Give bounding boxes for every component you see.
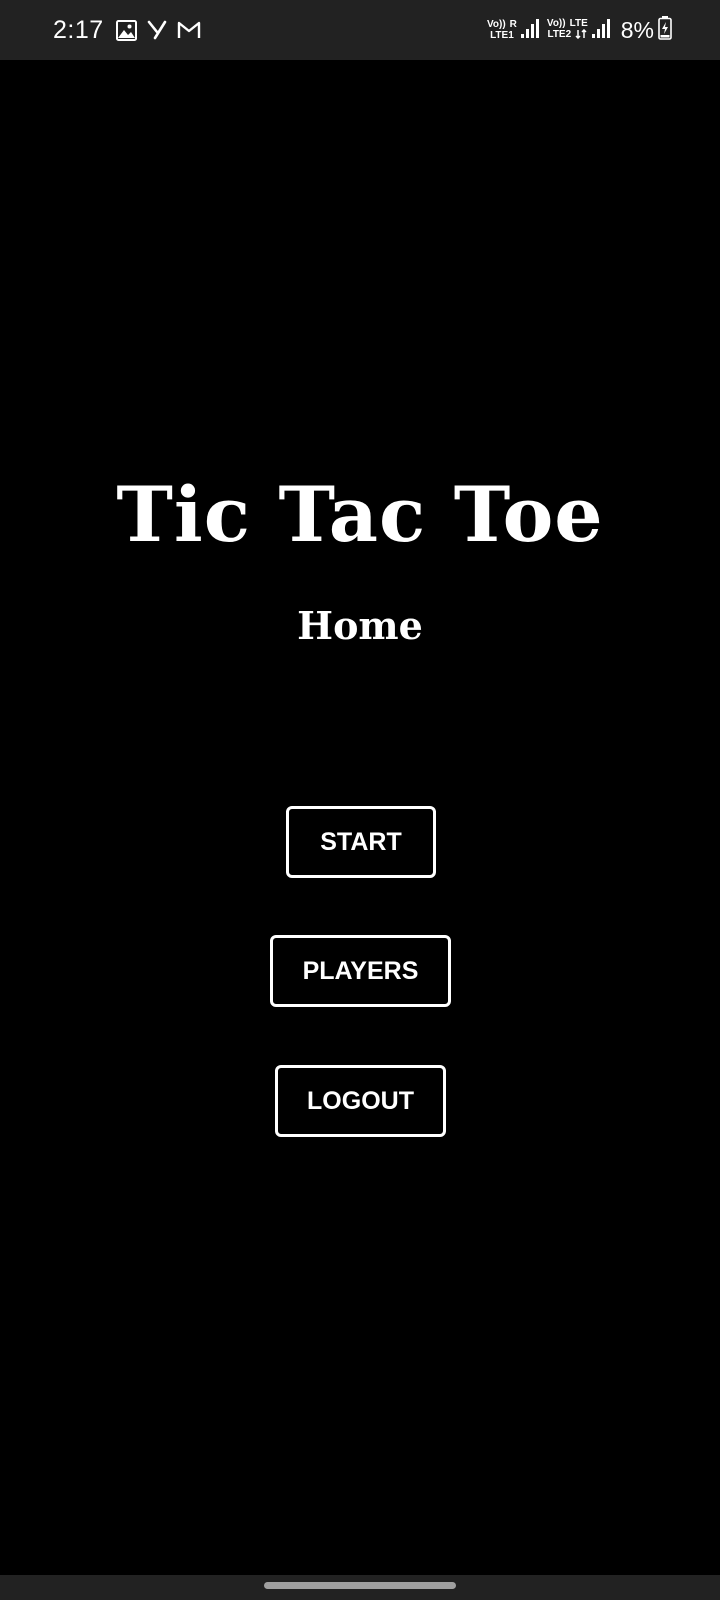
sim2-signal-icon [591,17,611,43]
gmail-icon [177,20,201,40]
status-bar: 2:17 Vo)) R LTE1 Vo)) LTE LTE2 8% [0,0,720,60]
sim1-volte: Vo)) [486,19,506,30]
status-right: Vo)) R LTE1 Vo)) LTE LTE2 8% [487,0,672,60]
sim2-indicator: Vo)) LTE LTE2 [547,18,588,42]
sim2-volte: Vo)) [546,18,566,29]
sim2-lte: LTE2 [547,29,572,40]
gallery-icon [115,19,137,41]
sim1-lte: LTE1 [490,30,514,41]
sim1-indicator: Vo)) R LTE1 [487,19,517,41]
players-button[interactable]: PLAYERS [270,935,451,1007]
logout-button[interactable]: LOGOUT [275,1065,446,1137]
status-time: 2:17 [53,15,104,44]
sim2-lte-top: LTE [569,18,588,29]
home-gesture-handle[interactable] [264,1582,456,1589]
navigation-bar [0,1575,720,1600]
y-app-icon [147,19,167,41]
sim1-roaming: R [509,19,517,30]
app-title: Tic Tac Toe [116,470,604,559]
status-left: 2:17 [53,0,201,60]
sim1-signal-icon [520,17,540,43]
data-activity-icon [575,28,587,42]
battery-charging-icon [658,16,672,44]
page-subtitle: Home [297,603,423,648]
start-button[interactable]: START [286,806,436,878]
battery-percent: 8% [620,16,654,43]
